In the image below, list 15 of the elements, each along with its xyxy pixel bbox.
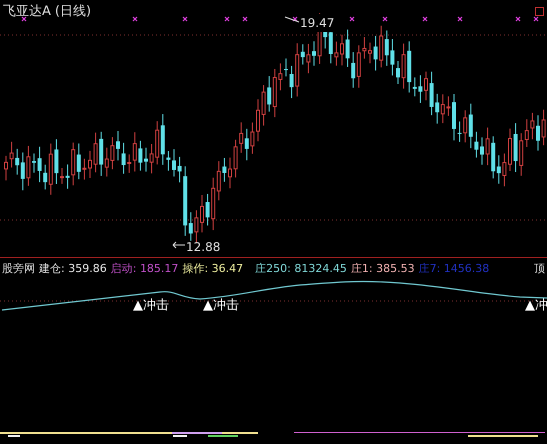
stock-title: 飞亚达A [3,3,51,21]
indicator-name: 股旁网 [2,261,35,277]
indicator-value: 庄1: 385.53 [350,261,415,277]
indicator-value: 建仓: 359.86 [39,261,107,277]
signal-marker: ▲冲击 [203,297,239,315]
high-price-label: 19.47 [300,14,334,32]
signal-marker: ▲冲击 [133,297,169,315]
indicator-value: 操作: 36.47 [182,261,244,277]
indicator-value: 庄250: 81324.45 [255,261,347,277]
signal-marker: ▲冲 [525,297,547,315]
signal-label: 顶 [534,261,545,277]
indicator-value: 庄7: 1456.38 [418,261,490,277]
low-price-label: 12.88 [186,239,220,256]
period-label: (日线) [54,3,92,21]
indicator-value: 启动: 185.17 [110,261,178,277]
